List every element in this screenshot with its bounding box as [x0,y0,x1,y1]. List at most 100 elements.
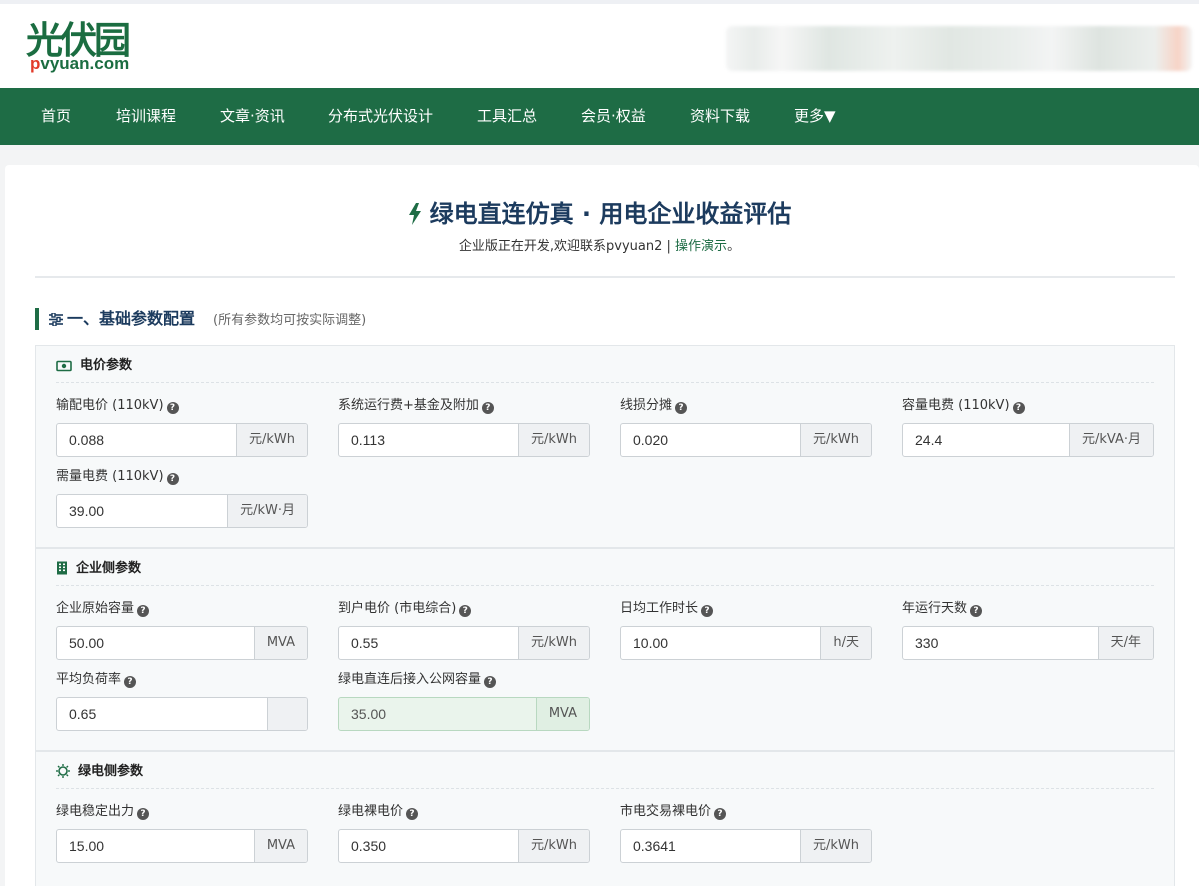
input-group: 元/kW·月 [56,494,308,528]
question-circle-icon[interactable]: ? [481,402,494,414]
field-label-text: 年运行天数 [902,601,968,616]
page-title: 绿电直连仿真 · 用电企业收益评估 [429,200,792,228]
unit-label: MVA [253,627,307,659]
input-group: 元/kWh [620,829,872,863]
field-label: 系统运行费+基金及附加? [338,396,590,416]
demo-link[interactable]: 操作演示 [675,239,727,254]
main-nav: 首页 培训课程 文章·资讯 分布式光伏设计 工具汇总 会员·权益 资料下载 更多… [0,88,1199,145]
field-label: 容量电费 (110kV)? [902,396,1154,416]
field-label-text: 绿电裸电价 [338,804,404,819]
question-circle-icon[interactable]: ? [166,473,179,485]
field-demand-fee: 需量电费 (110kV)? 元/kW·月 [56,467,308,528]
question-circle-icon[interactable]: ? [406,808,419,820]
page-title-row: 绿电直连仿真 · 用电企业收益评估 [0,196,1199,232]
question-circle-icon[interactable]: ? [1012,402,1025,414]
nav-item-home[interactable]: 首页 [41,88,71,145]
site-logo[interactable]: 光伏园 pvyuan.com [26,18,166,78]
field-daily-hours: 日均工作时长? h/天 [620,599,872,660]
question-circle-icon[interactable]: ? [675,402,688,414]
capacity-fee-input[interactable] [903,424,1069,456]
unit-label: 元/kWh [517,424,589,456]
field-label: 需量电费 (110kV)? [56,467,308,487]
green-params-group: 绿电侧参数 绿电稳定出力? MVA 绿电裸电价? 元/kWh 市电交易裸电价? … [35,751,1175,886]
original-capacity-input[interactable] [57,627,254,659]
site-header: 光伏园 pvyuan.com [0,0,1199,88]
annual-days-input[interactable] [903,627,1098,659]
retail-price-input[interactable] [339,627,518,659]
group-header: 电价参数 [56,356,1154,383]
unit-label: 元/kW·月 [227,495,307,527]
question-circle-icon[interactable]: ? [701,605,714,617]
question-circle-icon[interactable]: ? [166,402,179,414]
demand-fee-input[interactable] [57,495,228,527]
green-output-input[interactable] [57,830,254,862]
nav-item-membership[interactable]: 会员·权益 [581,88,646,145]
input-group: MVA [338,697,590,731]
load-factor-input[interactable] [57,698,267,730]
field-label: 绿电稳定出力? [56,802,308,822]
question-circle-icon[interactable]: ? [970,605,983,617]
field-label: 绿电直连后接入公网容量? [338,670,590,690]
question-circle-icon[interactable]: ? [124,676,137,688]
section-note: (所有参数均可按实际调整) [213,313,367,328]
field-market-price: 市电交易裸电价? 元/kWh [620,802,872,863]
unit-label: MVA [253,830,307,862]
section-title: 一、基础参数配置 [67,309,196,328]
green-price-input[interactable] [339,830,518,862]
subtitle-text: 企业版正在开发,欢迎联系pvyuan2 | [458,239,676,254]
group-title: 电价参数 [80,358,133,373]
unit-label: 元/kWh [799,830,871,862]
question-circle-icon[interactable]: ? [137,605,150,617]
field-line-loss: 线损分摊? 元/kWh [620,396,872,457]
field-load-factor: 平均负荷率? [56,670,308,731]
line-loss-input[interactable] [621,424,800,456]
question-circle-icon[interactable]: ? [459,605,472,617]
nav-item-articles[interactable]: 文章·资讯 [220,88,285,145]
market-price-input[interactable] [621,830,800,862]
unit-label [267,698,307,730]
field-label-text: 日均工作时长 [620,601,699,616]
group-title: 绿电侧参数 [78,764,144,779]
logo-domain: pvyuan.com [30,55,129,73]
unit-label: 元/kWh [517,830,589,862]
group-title: 企业侧参数 [76,561,142,576]
logo-domain-p: p [30,54,41,73]
price-params-group: 电价参数 输配电价 (110kV)? 元/kWh 系统运行费+基金及附加? 元/… [35,345,1175,548]
field-retail-price: 到户电价 (市电综合)? 元/kWh [338,599,590,660]
question-circle-icon[interactable]: ? [137,808,150,820]
unit-label: MVA [535,698,589,730]
nav-item-downloads[interactable]: 资料下载 [690,88,750,145]
unit-label: 元/kWh [235,424,307,456]
input-group: 元/kWh [338,626,590,660]
logo-domain-rest: vyuan.com [40,54,130,73]
field-annual-days: 年运行天数? 天/年 [902,599,1154,660]
field-label: 日均工作时长? [620,599,872,619]
nav-item-pv-design[interactable]: 分布式光伏设计 [328,88,433,145]
question-circle-icon[interactable]: ? [714,808,727,820]
field-label: 输配电价 (110kV)? [56,396,308,416]
money-bill-icon [56,359,72,379]
nav-item-courses[interactable]: 培训课程 [116,88,176,145]
field-label-text: 绿电稳定出力 [56,804,135,819]
field-label-text: 绿电直连后接入公网容量 [338,672,482,687]
building-icon [56,561,68,582]
input-group [56,697,308,731]
daily-hours-input[interactable] [621,627,821,659]
unit-label: 天/年 [1097,627,1153,659]
page-subtitle: 企业版正在开发,欢迎联系pvyuan2 | 操作演示。 [0,238,1199,256]
nav-item-more[interactable]: 更多▼ [794,88,836,145]
nav-item-tools[interactable]: 工具汇总 [477,88,537,145]
grid-capacity-readonly [339,698,536,730]
system-fee-input[interactable] [339,424,518,456]
field-label: 平均负荷率? [56,670,308,690]
input-group: 天/年 [902,626,1154,660]
input-group: 元/kVA·月 [902,423,1154,457]
input-group: h/天 [620,626,872,660]
question-circle-icon[interactable]: ? [484,676,497,688]
field-label: 年运行天数? [902,599,1154,619]
field-label-text: 平均负荷率 [56,672,122,687]
transmission-price-input[interactable] [57,424,236,456]
input-group: 元/kWh [338,423,590,457]
unit-label: 元/kWh [799,424,871,456]
field-label: 绿电裸电价? [338,802,590,822]
